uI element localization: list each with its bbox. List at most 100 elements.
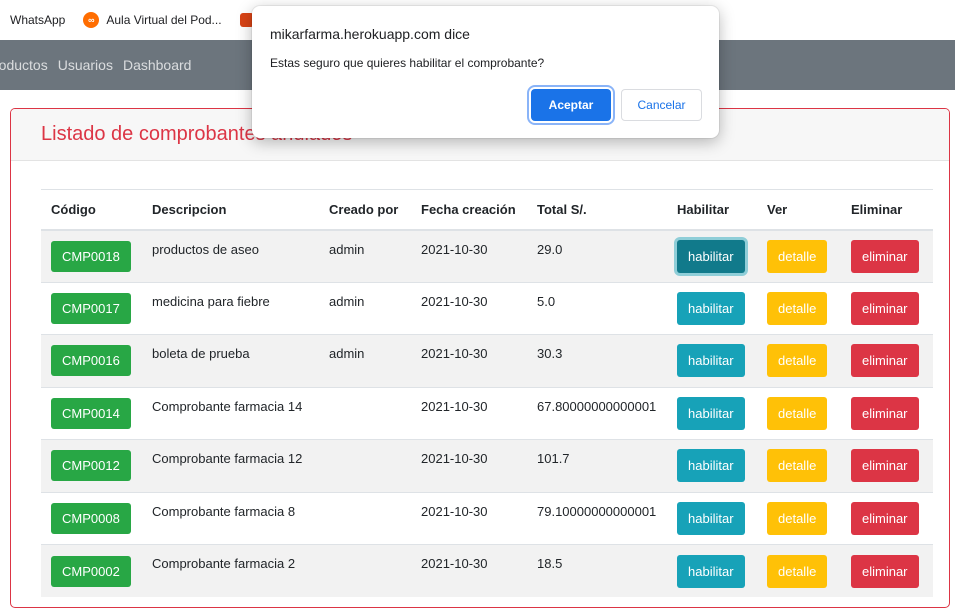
header-fecha-creacion: Fecha creación — [411, 189, 527, 231]
table-row: CMP0002 Comprobante farmacia 2 2021-10-30 1… — [41, 544, 933, 597]
detail-button[interactable]: detalle — [767, 501, 828, 535]
cell-delete: eliminar — [841, 439, 933, 492]
bookmark-aula-virtual[interactable]: ∞ Aula Virtual del Pod... — [83, 12, 222, 28]
cell-creator — [319, 544, 411, 597]
header-eliminar: Eliminar — [841, 189, 933, 231]
cell-date: 2021-10-30 — [411, 491, 527, 545]
cell-detail: detalle — [757, 544, 841, 597]
cell-date: 2021-10-30 — [411, 544, 527, 597]
cell-code: CMP0016 — [41, 334, 142, 387]
cell-code: CMP0018 — [41, 229, 142, 282]
cell-total: 29.0 — [527, 229, 667, 282]
enable-button[interactable]: habilitar — [677, 291, 745, 325]
cell-description: Comprobante farmacia 14 — [142, 386, 319, 440]
table-row: CMP0008 Comprobante farmacia 8 2021-10-30 7… — [41, 491, 933, 545]
nav-link-dashboard[interactable]: Dashboard — [123, 57, 192, 73]
table-row: CMP0018 productos de aseo admin 2021-10-30 2… — [41, 229, 933, 282]
cell-detail: detalle — [757, 281, 841, 335]
detail-button[interactable]: detalle — [767, 554, 828, 588]
cell-creator: admin — [319, 281, 411, 335]
cell-code: CMP0008 — [41, 491, 142, 545]
cell-enable: habilitar — [667, 229, 757, 282]
detail-button[interactable]: detalle — [767, 239, 828, 273]
detail-button[interactable]: detalle — [767, 344, 828, 378]
delete-button[interactable]: eliminar — [851, 554, 919, 588]
cell-enable: habilitar — [667, 491, 757, 545]
cell-delete: eliminar — [841, 281, 933, 335]
enable-button[interactable]: habilitar — [677, 239, 745, 273]
cell-total: 5.0 — [527, 281, 667, 335]
cell-total: 67.80000000000001 — [527, 386, 667, 440]
enable-button[interactable]: habilitar — [677, 396, 745, 430]
cell-code: CMP0002 — [41, 544, 142, 597]
nav-link-productos[interactable]: roductos — [0, 57, 48, 73]
code-badge: CMP0018 — [51, 240, 131, 272]
cell-enable: habilitar — [667, 544, 757, 597]
cell-description: Comprobante farmacia 8 — [142, 491, 319, 545]
cell-delete: eliminar — [841, 334, 933, 387]
dialog-title: mikarfarma.herokuapp.com dice — [270, 26, 470, 42]
table-header-row: Código Descripcion Creado por Fecha crea… — [41, 189, 933, 231]
cell-delete: eliminar — [841, 491, 933, 545]
cell-description: Comprobante farmacia 2 — [142, 544, 319, 597]
cell-date: 2021-10-30 — [411, 439, 527, 492]
cell-creator — [319, 439, 411, 492]
comprobantes-card: Listado de comprobantes anulados Código … — [10, 108, 950, 608]
cell-detail: detalle — [757, 439, 841, 492]
cell-code: CMP0014 — [41, 386, 142, 440]
nav-link-usuarios[interactable]: Usuarios — [58, 57, 113, 73]
cell-detail: detalle — [757, 386, 841, 440]
confirm-dialog: mikarfarma.herokuapp.com dice Estas segu… — [252, 6, 719, 138]
cell-enable: habilitar — [667, 281, 757, 335]
table-row: CMP0014 Comprobante farmacia 14 2021-10-30… — [41, 386, 933, 440]
cell-delete: eliminar — [841, 386, 933, 440]
enable-button[interactable]: habilitar — [677, 501, 745, 535]
table-row: CMP0016 boleta de prueba admin 2021-10-30 30… — [41, 334, 933, 387]
delete-button[interactable]: eliminar — [851, 344, 919, 378]
bookmark-label: Aula Virtual del Pod... — [106, 13, 222, 27]
delete-button[interactable]: eliminar — [851, 449, 919, 483]
cell-detail: detalle — [757, 491, 841, 545]
detail-button[interactable]: detalle — [767, 291, 828, 325]
cell-code: CMP0012 — [41, 439, 142, 492]
cell-creator — [319, 491, 411, 545]
cell-enable: habilitar — [667, 439, 757, 492]
delete-button[interactable]: eliminar — [851, 239, 919, 273]
cell-date: 2021-10-30 — [411, 334, 527, 387]
cell-total: 101.7 — [527, 439, 667, 492]
header-ver: Ver — [757, 189, 841, 231]
delete-button[interactable]: eliminar — [851, 501, 919, 535]
cell-code: CMP0017 — [41, 281, 142, 335]
cell-total: 18.5 — [527, 544, 667, 597]
table-row: CMP0012 Comprobante farmacia 12 2021-10-30… — [41, 439, 933, 492]
comprobantes-table: Código Descripcion Creado por Fecha crea… — [41, 189, 933, 597]
enable-button[interactable]: habilitar — [677, 554, 745, 588]
cell-detail: detalle — [757, 229, 841, 282]
code-badge: CMP0016 — [51, 345, 131, 377]
header-creado-por: Creado por — [319, 189, 411, 231]
delete-button[interactable]: eliminar — [851, 291, 919, 325]
cell-total: 30.3 — [527, 334, 667, 387]
cell-date: 2021-10-30 — [411, 281, 527, 335]
header-descripcion: Descripcion — [142, 189, 319, 231]
cell-description: productos de aseo — [142, 229, 319, 282]
delete-button[interactable]: eliminar — [851, 396, 919, 430]
cell-total: 79.10000000000001 — [527, 491, 667, 545]
enable-button[interactable]: habilitar — [677, 449, 745, 483]
cell-enable: habilitar — [667, 334, 757, 387]
cell-description: Comprobante farmacia 12 — [142, 439, 319, 492]
header-codigo: Código — [41, 189, 142, 231]
detail-button[interactable]: detalle — [767, 449, 828, 483]
table-row: CMP0017 medicina para fiebre admin 2021-10-… — [41, 281, 933, 335]
cell-detail: detalle — [757, 334, 841, 387]
aula-virtual-icon: ∞ — [83, 12, 100, 28]
cell-delete: eliminar — [841, 229, 933, 282]
dialog-accept-button[interactable]: Aceptar — [531, 89, 611, 121]
cell-enable: habilitar — [667, 386, 757, 440]
dialog-cancel-button[interactable]: Cancelar — [621, 89, 702, 121]
dialog-message: Estas seguro que quieres habilitar el co… — [270, 56, 545, 70]
cell-creator — [319, 386, 411, 440]
enable-button[interactable]: habilitar — [677, 344, 745, 378]
bookmark-whatsapp[interactable]: WhatsApp — [10, 13, 65, 27]
detail-button[interactable]: detalle — [767, 396, 828, 430]
